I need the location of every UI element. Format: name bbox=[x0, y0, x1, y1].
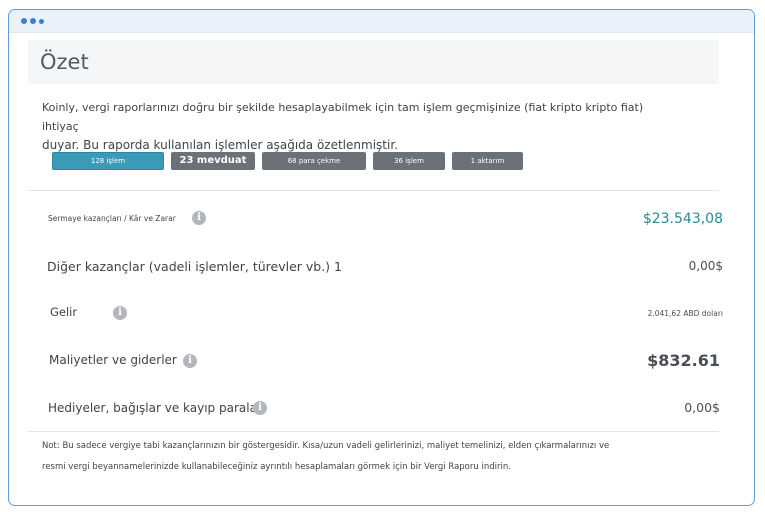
intro-line-1: Koinly, vergi raporlarınızı doğru bir şe… bbox=[42, 101, 644, 133]
window-dot-2[interactable] bbox=[30, 18, 36, 24]
note-line-2: resmi vergi beyannamelerinizde kullanabi… bbox=[42, 462, 511, 472]
info-icon[interactable]: i bbox=[113, 306, 127, 320]
info-icon[interactable]: i bbox=[192, 211, 206, 225]
summary-header: Özet bbox=[28, 40, 719, 84]
tab-deposits[interactable]: 23 mevduat bbox=[171, 152, 255, 170]
income-value: 2.041,62 ABD doları bbox=[647, 309, 723, 318]
tab-trades[interactable]: 36 işlem bbox=[373, 152, 445, 170]
page-title: Özet bbox=[40, 50, 89, 74]
info-icon[interactable]: i bbox=[183, 354, 197, 368]
window-titlebar bbox=[9, 10, 754, 33]
divider-top bbox=[28, 190, 719, 191]
tab-transfers[interactable]: 1 aktarım bbox=[452, 152, 523, 170]
intro-text: Koinly, vergi raporlarınızı doğru bir şe… bbox=[42, 98, 682, 155]
other-gains-label: Diğer kazançlar (vadeli işlemler, türevl… bbox=[47, 259, 342, 274]
gifts-label: Hediyeler, bağışlar ve kayıp paralar bbox=[48, 401, 262, 415]
gifts-value: 0,00$ bbox=[684, 400, 720, 415]
costs-label: Maliyetler ve giderler bbox=[49, 353, 177, 367]
window-dot-1[interactable] bbox=[21, 18, 27, 24]
disclaimer-note: Not: Bu sadece vergiye tabi kazançlarını… bbox=[42, 436, 682, 478]
capital-gains-label: Sermaye kazançları / Kâr ve Zarar bbox=[48, 214, 176, 223]
capital-gains-value: $23.543,08 bbox=[642, 211, 723, 227]
info-icon[interactable]: i bbox=[253, 401, 267, 415]
other-gains-value: 0,00$ bbox=[688, 259, 723, 273]
costs-value: $832.61 bbox=[647, 351, 720, 370]
note-line-1: Not: Bu sadece vergiye tabi kazançlarını… bbox=[42, 441, 610, 451]
tab-transactions[interactable]: 128 işlem bbox=[52, 152, 164, 170]
divider-bottom bbox=[28, 431, 719, 432]
income-label: Gelir bbox=[50, 305, 78, 319]
tab-withdrawals[interactable]: 68 para çekme bbox=[262, 152, 366, 170]
window-dot-3[interactable] bbox=[39, 18, 44, 24]
